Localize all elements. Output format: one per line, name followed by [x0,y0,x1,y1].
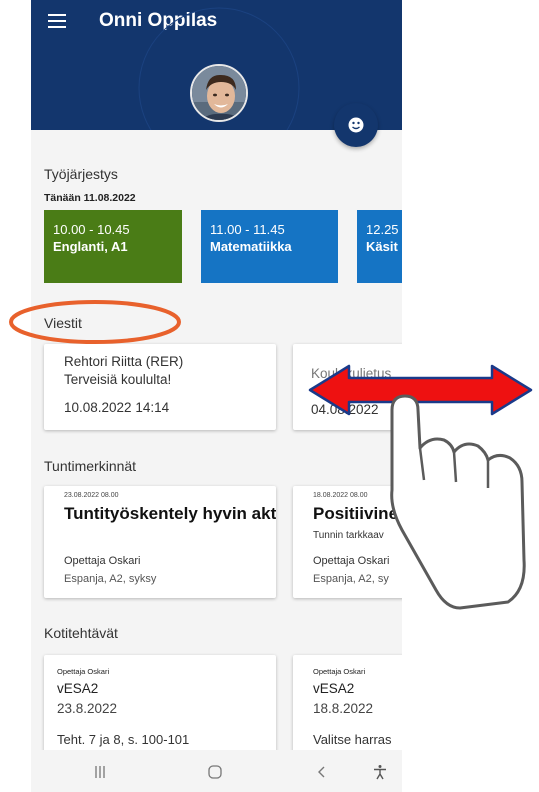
lesson-time: 11.00 - 11.45 [210,222,285,237]
hand-pointer-icon [390,394,526,610]
mark-datetime: 18.08.2022 08.00 [313,492,368,499]
message-subject: Terveisiä koululta! [64,372,172,387]
recent-apps-icon[interactable] [85,760,115,784]
homework-card-1[interactable]: Opettaja Oskari vESA2 23.8.2022 Teht. 7 … [44,655,276,755]
mark-teacher: Opettaja Oskari [64,555,141,567]
homework-task: Teht. 7 ja 8, s. 100-101 [57,732,190,747]
lesson-time: 10.00 - 10.45 [53,222,130,237]
lesson-card-2[interactable]: 11.00 - 11.45 Matematiikka [201,210,338,283]
accessibility-icon[interactable] [365,760,395,784]
mark-teacher: Opettaja Oskari [313,555,390,567]
homework-teacher: Opettaja Oskari [57,667,110,676]
mark-card-1[interactable]: 23.08.2022 08.00 Tuntityöskentely hyvin … [44,486,276,598]
lesson-time: 12.25 [366,222,399,237]
homework-course: vESA2 [313,681,355,696]
system-nav-bar [31,750,402,792]
homework-card-2[interactable]: Opettaja Oskari vESA2 18.8.2022 Valitse … [293,655,402,755]
lesson-subject: Englanti, A1 [53,239,128,254]
mark-title: Positiivinen [313,504,402,523]
homework-task: Valitse harras [313,732,392,747]
lesson-card-3[interactable]: 12.25 Käsit [357,210,402,283]
mark-subtitle: Tunnin tarkkaav [313,530,384,541]
homework-date: 23.8.2022 [57,701,118,716]
emoji-face-icon[interactable] [334,103,378,147]
schedule-date: Tänään 11.08.2022 [44,192,136,204]
messages-section-title: Viestit [44,315,82,331]
avatar[interactable] [190,64,248,122]
marks-section-title: Tuntimerkinnät [44,458,137,474]
lesson-subject: Käsit [366,239,398,254]
back-icon[interactable] [307,760,337,784]
phone-screen: Onni Oppilas Työjärjestys Tänään 11.08.2… [31,0,402,792]
homework-section-title: Kotitehtävät [44,625,118,641]
message-subject: Koulukuljetus [311,366,392,381]
mark-title: Tuntityöskentely hyvin akt... [64,504,276,523]
homework-date: 18.8.2022 [313,701,374,716]
message-sender: Rehtori Riitta (RER) [64,354,184,369]
message-card-2[interactable]: Koulukuljetus 04.08.2022 [293,344,402,430]
message-time: 10.08.2022 14:14 [64,400,170,415]
mark-datetime: 23.08.2022 08.00 [64,492,119,499]
home-icon[interactable] [200,760,230,784]
homework-course: vESA2 [57,681,99,696]
lesson-card-1[interactable]: 10.00 - 10.45 Englanti, A1 [44,210,182,283]
schedule-section-title: Työjärjestys [44,166,118,182]
homework-teacher: Opettaja Oskari [313,667,366,676]
message-card-1[interactable]: Rehtori Riitta (RER) Terveisiä koululta!… [44,344,276,430]
mark-card-2[interactable]: 18.08.2022 08.00 Positiivinen Tunnin tar… [293,486,402,598]
message-time: 04.08.2022 [311,402,379,417]
mark-course: Espanja, A2, syksy [64,573,157,585]
lesson-subject: Matematiikka [210,239,292,254]
mark-course: Espanja, A2, sy [313,573,389,585]
